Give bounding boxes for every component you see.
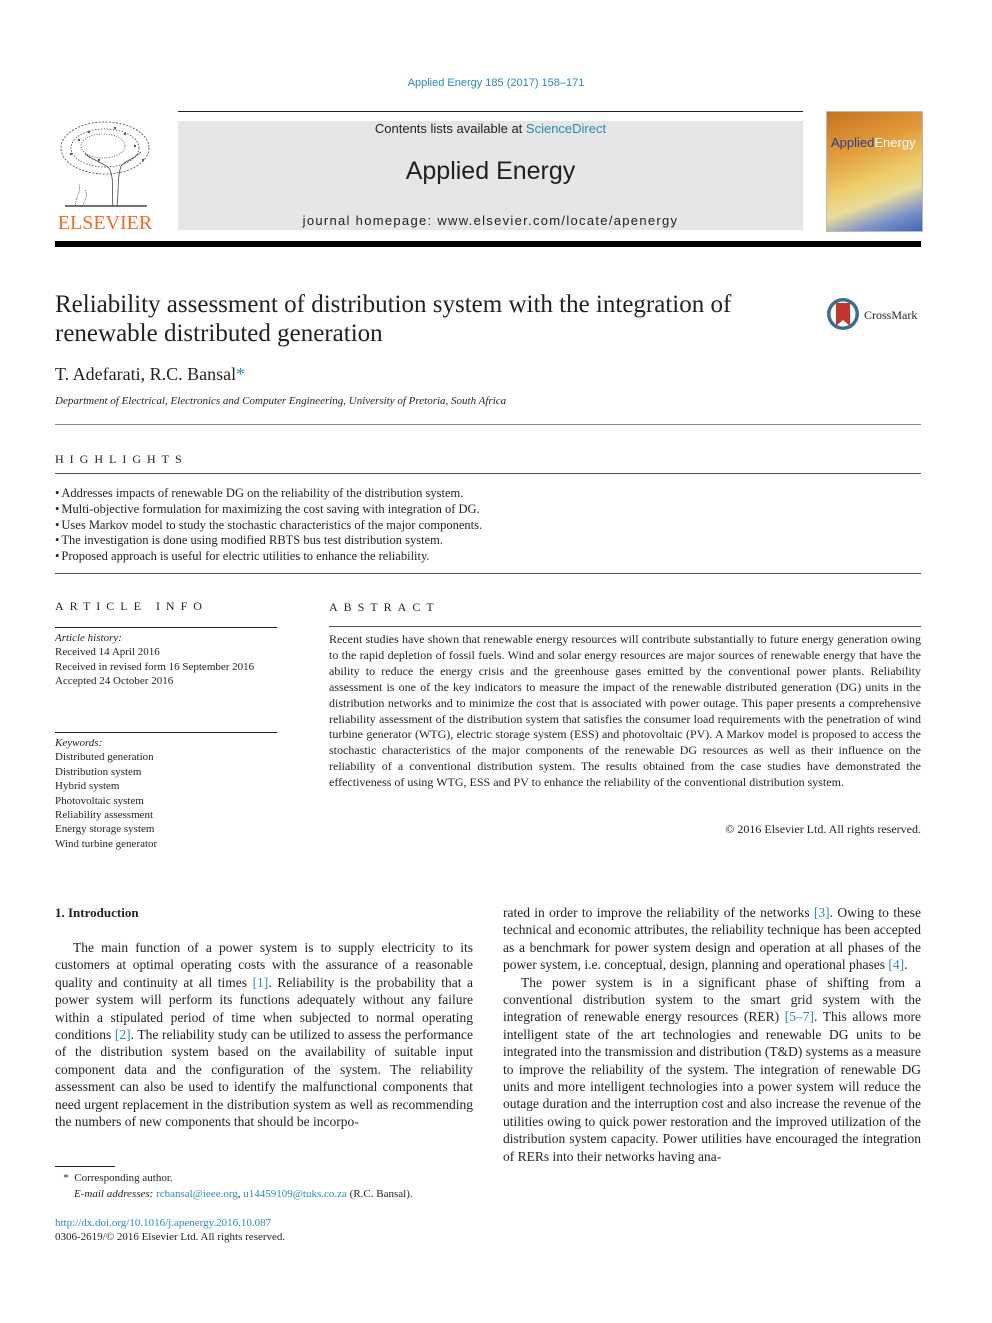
keyword: Distribution system — [55, 765, 142, 778]
header-top-rule — [178, 111, 803, 112]
text-run: rated in order to improve the reliabilit… — [503, 905, 814, 920]
doi-link[interactable]: http://dx.doi.org/10.1016/j.apenergy.201… — [55, 1217, 271, 1229]
history-revised: Received in revised form 16 September 20… — [55, 660, 255, 673]
cover-title: AppliedEnergy — [831, 135, 916, 150]
crossmark-label: CrossMark — [864, 308, 918, 322]
highlights-list: Addresses impacts of renewable DG on the… — [55, 486, 482, 565]
keyword: Energy storage system — [55, 823, 155, 836]
keyword: Reliability assessment — [55, 809, 154, 822]
crossmark-badge[interactable]: CrossMark — [826, 297, 926, 333]
paragraph: The power system is in a significant pha… — [503, 974, 921, 1165]
history-accepted: Accepted 24 October 2016 — [55, 675, 174, 688]
divider — [55, 473, 921, 474]
article-history: Article history: Received 14 April 2016 … — [55, 631, 277, 689]
citation-link[interactable]: [4] — [888, 957, 904, 972]
history-received: Received 14 April 2016 — [55, 646, 160, 659]
corresponding-author-marker[interactable]: * — [236, 364, 245, 384]
keyword: Wind turbine generator — [55, 837, 158, 850]
contents-availability: Contents lists available at ScienceDirec… — [178, 121, 803, 136]
sciencedirect-link[interactable]: ScienceDirect — [526, 121, 606, 136]
body-column-right: rated in order to improve the reliabilit… — [503, 904, 921, 1165]
keywords: Keywords: Distributed generation Distrib… — [55, 736, 277, 851]
article-title: Reliability assessment of distribution s… — [55, 291, 732, 347]
divider — [55, 424, 921, 425]
divider — [55, 732, 277, 733]
journal-reference-link[interactable]: Applied Energy 185 (2017) 158–171 — [0, 77, 992, 89]
journal-cover-image[interactable]: AppliedEnergy — [826, 111, 923, 232]
paragraph: rated in order to improve the reliabilit… — [503, 904, 921, 974]
crossmark-icon — [827, 298, 859, 330]
elsevier-wordmark: ELSEVIER — [57, 212, 153, 234]
divider — [55, 627, 277, 628]
keyword: Distributed generation — [55, 751, 154, 764]
journal-banner: Contents lists available at ScienceDirec… — [178, 121, 803, 230]
email-link[interactable]: u14459109@tuks.co.za — [243, 1188, 347, 1200]
divider — [329, 626, 921, 627]
affiliation: Department of Electrical, Electronics an… — [55, 395, 507, 407]
section-heading-introduction: 1. Introduction — [55, 905, 139, 920]
citation-link[interactable]: [3] — [814, 905, 830, 920]
highlight-item: Uses Markov model to study the stochasti… — [55, 518, 482, 534]
corresponding-author-note: * Corresponding author. — [55, 1171, 413, 1187]
author-names: T. Adefarati, R.C. Bansal — [55, 364, 237, 384]
footnote: * Corresponding author. E-mail addresses… — [55, 1171, 413, 1203]
email-addresses: E-mail addresses: rcbansal@ieee.org, u14… — [55, 1187, 413, 1203]
text-run: . — [904, 957, 908, 973]
footnote-marker: * — [63, 1172, 69, 1184]
elsevier-logo[interactable]: ELSEVIER — [55, 120, 155, 234]
keywords-label: Keywords: — [55, 737, 103, 749]
history-label: Article history: — [55, 632, 122, 644]
abstract-copyright: © 2016 Elsevier Ltd. All rights reserved… — [725, 822, 921, 836]
contents-prefix: Contents lists available at — [374, 121, 526, 136]
highlight-item: Multi-objective formulation for maximizi… — [55, 502, 482, 518]
keyword: Photovoltaic system — [55, 794, 144, 807]
text-run: . This allows more intelligent state of … — [503, 1009, 921, 1164]
footnote-rule — [55, 1166, 115, 1167]
cover-title-part1: Applied — [831, 135, 875, 150]
highlight-item: Addresses impacts of renewable DG on the… — [55, 486, 482, 502]
header-thick-rule — [55, 241, 921, 247]
citation-link[interactable]: [2] — [115, 1027, 131, 1042]
authors: T. Adefarati, R.C. Bansal* — [55, 364, 245, 385]
email-suffix: (R.C. Bansal). — [346, 1187, 413, 1200]
highlights-heading: HIGHLIGHTS — [55, 452, 188, 466]
keyword: Hybrid system — [55, 780, 120, 793]
divider — [55, 573, 921, 574]
text-run: . The reliability study can be utilized … — [55, 1027, 473, 1130]
issn-copyright: 0306-2619/© 2016 Elsevier Ltd. All right… — [55, 1231, 286, 1243]
body-column-left: The main function of a power system is t… — [55, 939, 473, 1130]
highlight-item: The investigation is done using modified… — [55, 533, 482, 549]
email-label: E-mail addresses: — [74, 1187, 154, 1200]
highlight-item: Proposed approach is useful for electric… — [55, 549, 482, 565]
journal-reference-text[interactable]: Applied Energy 185 (2017) 158–171 — [408, 77, 585, 89]
abstract-text: Recent studies have shown that renewable… — [329, 632, 921, 790]
journal-name: Applied Energy — [405, 157, 576, 185]
abstract-heading: ABSTRACT — [329, 600, 440, 614]
corresponding-author-text: Corresponding author. — [74, 1172, 173, 1184]
journal-homepage[interactable]: journal homepage: www.elsevier.com/locat… — [178, 213, 803, 228]
email-link[interactable]: rcbansal@ieee.org — [156, 1188, 238, 1200]
article-info-heading: ARTICLE INFO — [55, 599, 208, 613]
citation-link[interactable]: [5–7] — [785, 1009, 814, 1024]
elsevier-tree-icon — [55, 120, 155, 212]
paragraph: The main function of a power system is t… — [55, 939, 473, 1130]
citation-link[interactable]: [1] — [253, 975, 269, 990]
cover-title-part2: Energy — [874, 135, 916, 150]
